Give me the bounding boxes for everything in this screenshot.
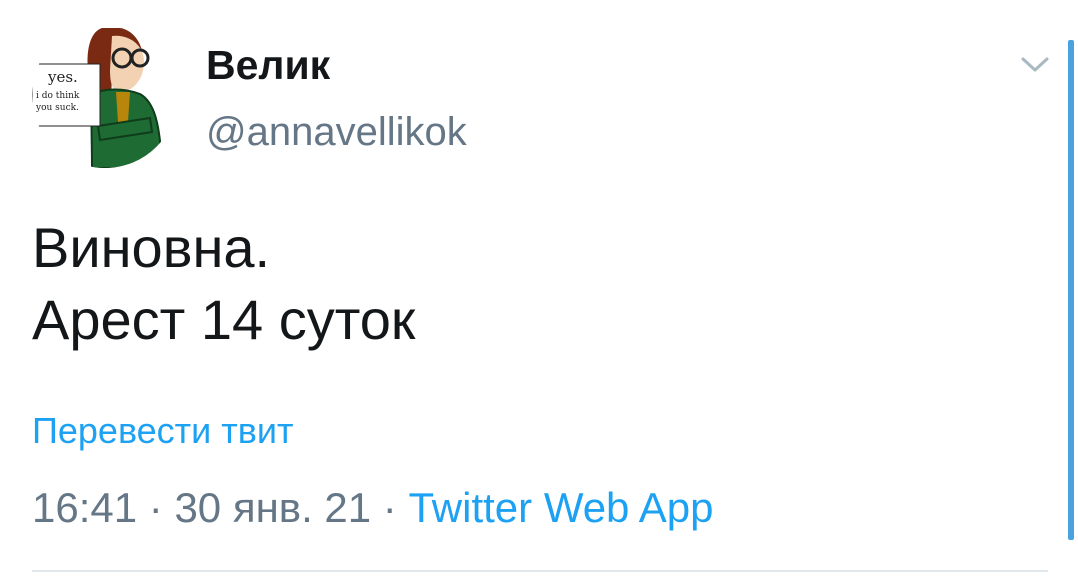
display-name[interactable]: Велик — [206, 42, 330, 89]
tweet-text-line-2: Арест 14 суток — [32, 288, 416, 351]
avatar-image: yes. i do think you suck. — [32, 22, 178, 168]
avatar-sign-line-3: you suck. — [35, 103, 79, 113]
translate-tweet-link[interactable]: Перевести твит — [32, 410, 294, 452]
tweet-time: 16:41 — [32, 484, 138, 531]
avatar[interactable]: yes. i do think you suck. — [32, 22, 178, 168]
chevron-down-icon[interactable] — [1018, 50, 1052, 78]
tweet-metadata: 16:41 · 30 янв. 21 · Twitter Web App — [32, 484, 714, 532]
tweet-date: 30 янв. 21 — [174, 484, 372, 531]
tweet-text-line-1: Виновна. — [32, 216, 271, 279]
tweet-source-link[interactable]: Twitter Web App — [408, 484, 713, 531]
avatar-sign-line-1: yes. — [47, 68, 78, 86]
meta-separator: · — [137, 484, 175, 531]
tweet-card: yes. i do think you suck. Велик @annavel… — [0, 0, 1078, 588]
avatar-sign-line-2: i do think — [36, 91, 80, 101]
tweet-text: Виновна. Арест 14 суток — [32, 212, 1012, 356]
user-handle[interactable]: @annavellikok — [206, 110, 467, 155]
meta-separator: · — [371, 484, 409, 531]
scrollbar[interactable] — [1068, 40, 1074, 540]
divider — [32, 570, 1048, 572]
